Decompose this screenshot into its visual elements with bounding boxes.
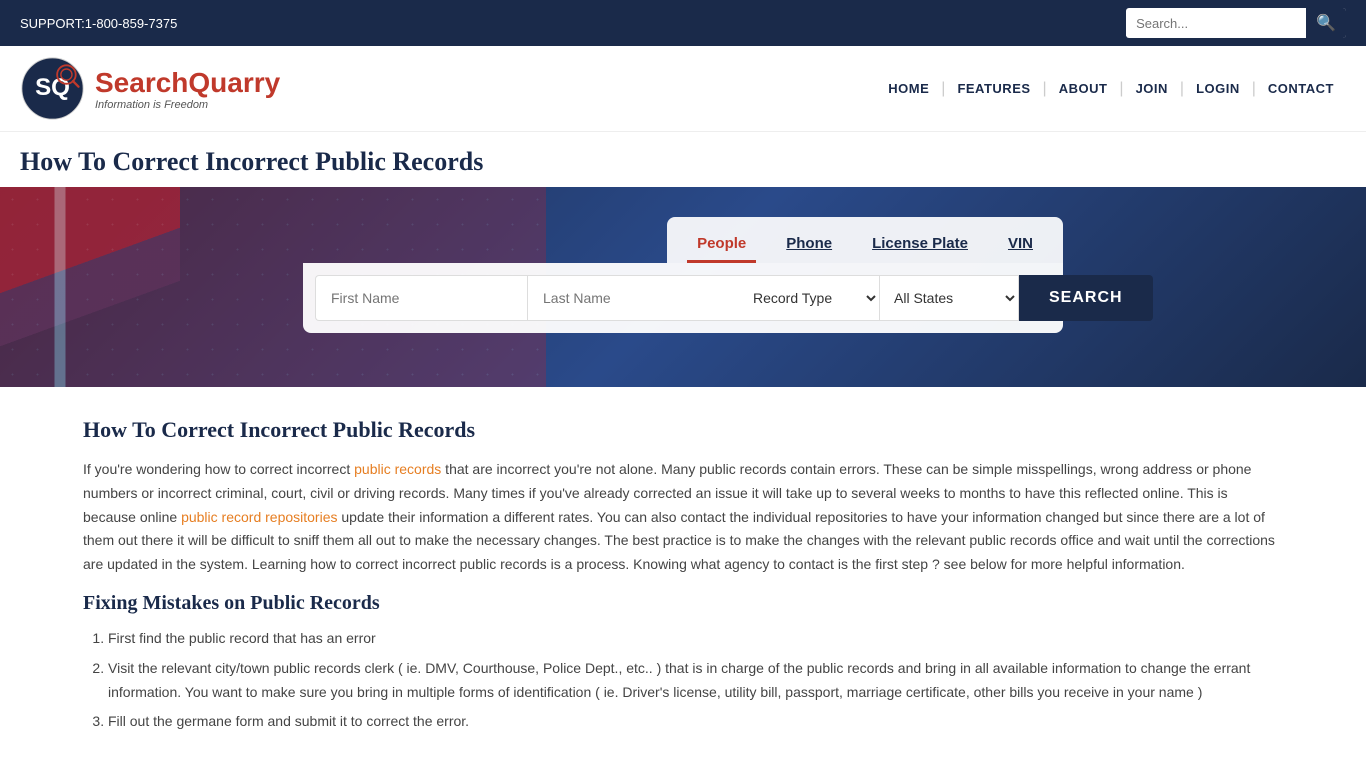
logo-area[interactable]: SQ SearchQuarry Information is Freedom bbox=[20, 56, 280, 121]
search-widget: People Phone License Plate VIN Record Ty… bbox=[303, 217, 1063, 333]
public-records-link[interactable]: public records bbox=[354, 461, 441, 477]
page-title: How To Correct Incorrect Public Records bbox=[20, 147, 1346, 177]
nav-login[interactable]: LOGIN bbox=[1184, 81, 1252, 96]
hero-banner: People Phone License Plate VIN Record Ty… bbox=[0, 187, 1366, 387]
section1-paragraph: If you're wondering how to correct incor… bbox=[83, 458, 1283, 577]
search-form-row: Record Type All Record Types Background … bbox=[303, 263, 1063, 333]
tabs-container: People Phone License Plate VIN bbox=[667, 217, 1063, 263]
list-item: Fill out the germane form and submit it … bbox=[108, 710, 1283, 734]
support-info: SUPPORT:1-800-859-7375 bbox=[20, 16, 177, 31]
logo-icon: SQ bbox=[20, 56, 85, 121]
nav-about[interactable]: ABOUT bbox=[1047, 81, 1120, 96]
logo-brand: SearchQuarry bbox=[95, 67, 280, 99]
top-search-button[interactable]: 🔍 bbox=[1306, 8, 1346, 38]
section2-heading: Fixing Mistakes on Public Records bbox=[83, 592, 1283, 615]
record-type-select[interactable]: Record Type All Record Types Background … bbox=[739, 275, 879, 321]
search-tabs: People Phone License Plate VIN bbox=[303, 217, 1063, 263]
nav-contact[interactable]: CONTACT bbox=[1256, 81, 1346, 96]
section1-heading: How To Correct Incorrect Public Records bbox=[83, 417, 1283, 443]
tab-license-plate[interactable]: License Plate bbox=[862, 227, 978, 263]
page-title-bar: How To Correct Incorrect Public Records bbox=[0, 132, 1366, 187]
top-search-input[interactable] bbox=[1126, 11, 1306, 36]
first-name-input[interactable] bbox=[315, 275, 527, 321]
logo-text: SearchQuarry Information is Freedom bbox=[95, 67, 280, 111]
public-record-repos-link[interactable]: public record repositories bbox=[181, 509, 337, 525]
top-search-box[interactable]: 🔍 bbox=[1126, 8, 1346, 38]
list-item: First find the public record that has an… bbox=[108, 627, 1283, 651]
list-item: Visit the relevant city/town public reco… bbox=[108, 657, 1283, 705]
top-bar: SUPPORT:1-800-859-7375 🔍 bbox=[0, 0, 1366, 46]
header: SQ SearchQuarry Information is Freedom H… bbox=[0, 46, 1366, 132]
tab-vin[interactable]: VIN bbox=[998, 227, 1043, 263]
main-nav: HOME | FEATURES | ABOUT | JOIN | LOGIN |… bbox=[876, 80, 1346, 98]
state-select[interactable]: All States Alabama Alaska Arizona Califo… bbox=[879, 275, 1019, 321]
nav-features[interactable]: FEATURES bbox=[945, 81, 1042, 96]
tab-phone[interactable]: Phone bbox=[776, 227, 842, 263]
fixing-mistakes-list: First find the public record that has an… bbox=[83, 627, 1283, 734]
svg-text:SQ: SQ bbox=[35, 74, 70, 101]
last-name-input[interactable] bbox=[527, 275, 739, 321]
content-area: How To Correct Incorrect Public Records … bbox=[63, 387, 1303, 779]
nav-join[interactable]: JOIN bbox=[1124, 81, 1180, 96]
tab-people[interactable]: People bbox=[687, 227, 756, 263]
logo-tagline: Information is Freedom bbox=[95, 99, 280, 111]
search-button[interactable]: SEARCH bbox=[1019, 275, 1153, 321]
nav-home[interactable]: HOME bbox=[876, 81, 941, 96]
